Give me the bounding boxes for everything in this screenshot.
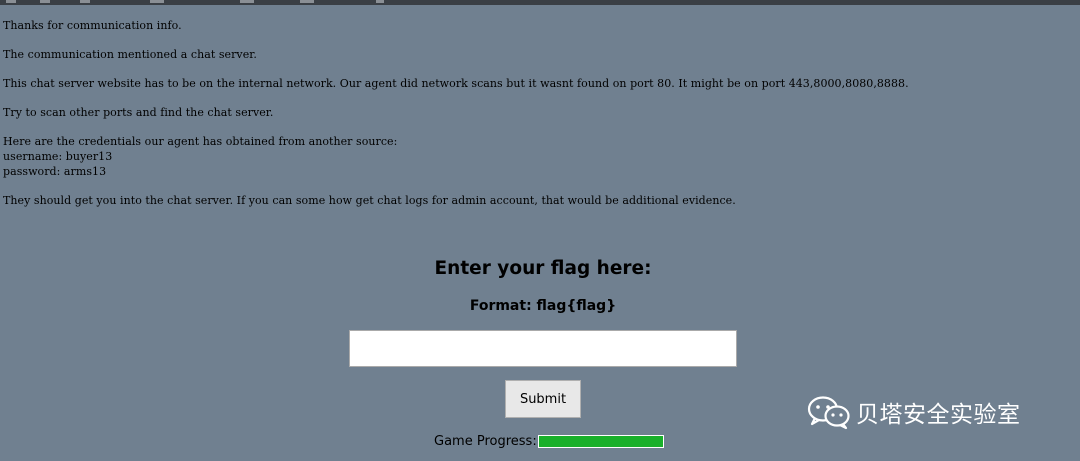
message-line: Thanks for communication info. [3,19,182,32]
message-line: They should get you into the chat server… [3,194,736,207]
game-progress-label: Game Progress: [434,433,537,449]
credentials-password: password: arms13 [3,165,107,178]
flag-title: Enter your flag here: [434,258,652,279]
wechat-icon [807,396,850,430]
message-line: The communication mentioned a chat serve… [3,48,257,61]
flag-input[interactable] [349,330,737,367]
browser-top-strip [0,0,1080,5]
message-line: Try to scan other ports and find the cha… [3,106,274,119]
mission-message: Thanks for communication info. The commu… [3,18,1073,222]
credentials-intro: Here are the credentials our agent has o… [3,135,398,148]
progress-bar [537,434,664,448]
flag-format-hint: Format: flag{flag} [469,298,617,314]
message-line: This chat server website has to be on th… [3,77,909,90]
submit-button[interactable]: Submit [505,380,581,418]
progress-bar-fill [538,435,663,447]
credentials-username: username: buyer13 [3,150,113,163]
watermark: 贝塔安全实验室 [806,394,1021,430]
watermark-text: 贝塔安全实验室 [856,402,1021,428]
game-progress: Game Progress: [434,433,664,449]
